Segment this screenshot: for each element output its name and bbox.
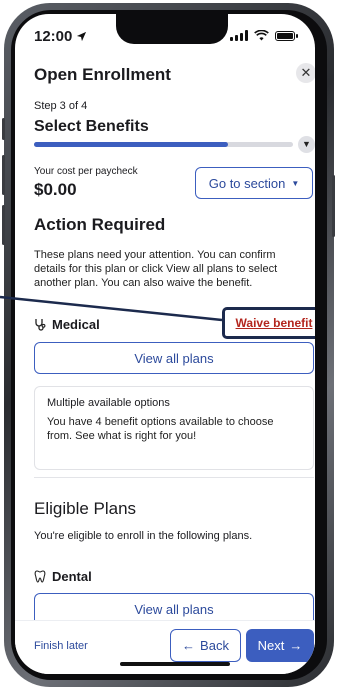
callout-pointer-line	[0, 295, 223, 322]
callout-line	[0, 295, 223, 322]
